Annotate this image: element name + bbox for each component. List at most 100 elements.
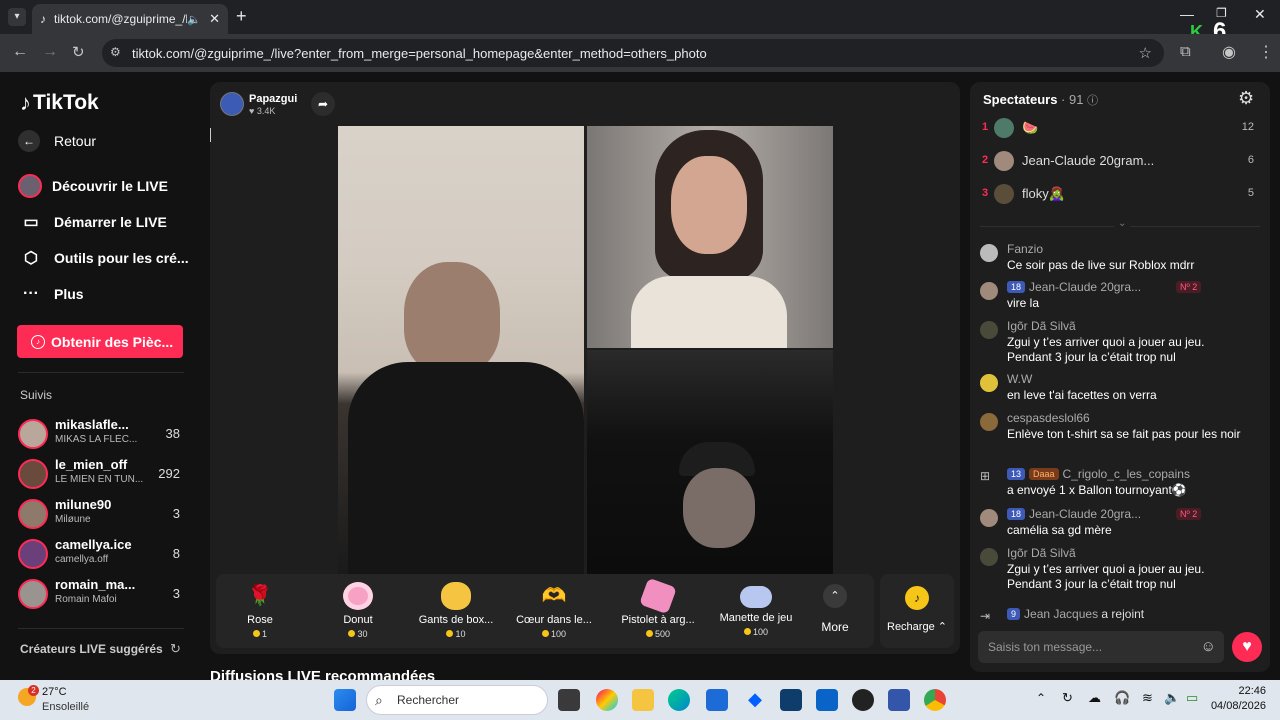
top-viewer-item[interactable]: 1 🍉 12 xyxy=(982,117,1262,141)
edge-icon[interactable] xyxy=(668,689,690,711)
following-item[interactable]: le_mien_off LE MIEN EN TUN... 292 xyxy=(18,457,190,491)
video-tile-guest-2[interactable] xyxy=(587,350,833,574)
chevron-up-small-icon: ⌃ xyxy=(934,621,947,633)
tab-close-icon[interactable]: ✕ xyxy=(209,11,220,27)
nav-creator-tools[interactable]: ⬡ Outils pour les cré... xyxy=(18,248,189,268)
tiktok-note-icon: ♪ xyxy=(20,90,31,115)
bookmark-star-icon[interactable]: ☆ xyxy=(1139,44,1152,62)
host-name[interactable]: Papazgui xyxy=(249,93,297,105)
chat-username: C_rigolo_c_les_copains xyxy=(1062,467,1190,481)
battery-icon[interactable]: ▭ xyxy=(1186,690,1198,706)
app-icon[interactable] xyxy=(888,689,910,711)
fan-club-badge: Daaa xyxy=(1029,468,1059,480)
top-viewer-item[interactable]: 2 Jean-Claude 20gram... 6 xyxy=(982,150,1262,174)
gift-item[interactable]: Gants de box... 10 xyxy=(406,580,506,639)
chat-username[interactable]: W.W xyxy=(1007,372,1032,386)
gift-item[interactable]: 🫶 Cœur dans le... 100 xyxy=(504,580,604,639)
tab-search-button[interactable]: ▾ xyxy=(8,8,26,26)
like-button[interactable]: ♥ xyxy=(1232,632,1262,662)
gift-more-button[interactable]: ⌃ More xyxy=(816,584,854,634)
wifi-icon[interactable]: ≋ xyxy=(1142,690,1153,706)
person-top xyxy=(631,276,787,348)
tray-cloud-icon[interactable]: ☁ xyxy=(1088,690,1101,706)
speaker-icon[interactable]: 🔈 xyxy=(187,13,201,26)
chat-text: en leve t'ai facettes on verra xyxy=(1007,388,1157,402)
chat-username-row[interactable]: 13 Daaa C_rigolo_c_les_copains xyxy=(1007,467,1190,481)
video-tile-host[interactable] xyxy=(338,126,584,574)
weather-widget[interactable]: 2 27°C Ensoleillé xyxy=(16,684,126,716)
following-name: camellya.ice xyxy=(55,537,132,552)
back-arrow-icon[interactable]: ← xyxy=(12,43,28,61)
gift-item[interactable]: Manette de jeu 100 xyxy=(706,580,806,637)
start-icon[interactable] xyxy=(334,689,356,711)
profile-icon[interactable]: ◉ xyxy=(1222,42,1236,62)
chat-username[interactable]: Igõr Dã Silvã xyxy=(1007,546,1076,560)
new-tab-button[interactable]: + xyxy=(236,6,247,27)
video-tile-guest-1[interactable] xyxy=(587,126,833,348)
avatar xyxy=(980,244,998,262)
following-item[interactable]: milune90 Miløune 3 xyxy=(18,497,190,531)
avatar xyxy=(18,459,48,489)
following-item[interactable]: mikaslafle... MIKAS LA FLÈC... 38 xyxy=(18,417,190,451)
info-icon[interactable]: ⓘ xyxy=(1087,95,1098,107)
emoji-icon[interactable]: ☺ xyxy=(1201,631,1216,663)
settings-gear-icon[interactable]: ⚙ xyxy=(1238,88,1254,109)
chrome-icon[interactable] xyxy=(924,689,946,711)
minimize-button[interactable]: — xyxy=(1180,6,1194,22)
ellipsis-icon: ··· xyxy=(23,285,39,302)
address-bar[interactable]: ⚙ tiktok.com/@zguiprime_/live?enter_from… xyxy=(102,39,1164,67)
reload-icon[interactable]: ↻ xyxy=(72,43,85,61)
share-button[interactable]: ➦ xyxy=(311,92,335,116)
chat-username-row[interactable]: 18 Jean-Claude 20gra... xyxy=(1007,507,1141,521)
gift-item[interactable]: Donut 30 xyxy=(308,580,408,639)
following-item[interactable]: romain_ma... Romain Mafoi 3 xyxy=(18,577,190,611)
nav-start-live[interactable]: ▭ Démarrer le LIVE xyxy=(18,212,166,232)
chat-username-row[interactable]: 18 Jean-Claude 20gra... xyxy=(1007,280,1141,294)
taskbar-search[interactable]: ⌕ Rechercher xyxy=(366,685,548,715)
tray-headset-icon[interactable]: 🎧 xyxy=(1114,690,1130,706)
recharge-coin-icon: ♪ xyxy=(905,586,929,610)
chatgpt-icon[interactable] xyxy=(852,689,874,711)
get-coins-button[interactable]: ♪ Obtenir des Pièc... xyxy=(17,325,183,358)
site-info-icon[interactable]: ⚙ xyxy=(110,45,121,59)
join-username[interactable]: Jean Jacques xyxy=(1024,607,1098,621)
expand-chevron-icon[interactable]: ⌄ xyxy=(1114,218,1131,229)
nav-more[interactable]: ··· Plus xyxy=(18,285,84,303)
chat-username[interactable]: Fanzio xyxy=(1007,242,1043,256)
gift-item[interactable]: 🌹 Rose 1 xyxy=(210,580,310,639)
nav-discover-live[interactable]: Découvrir le LIVE xyxy=(18,174,168,198)
task-view-icon[interactable] xyxy=(558,689,580,711)
tray-chevron-icon[interactable]: ⌃ xyxy=(1036,691,1046,705)
gift-item[interactable]: Pistolet à arg... 500 xyxy=(608,577,708,639)
store-icon[interactable] xyxy=(706,689,728,711)
browser-tab-active[interactable]: ♪ tiktok.com/@zguiprime_/li 🔈 ✕ xyxy=(32,4,228,34)
chat-username[interactable]: cespasdeslol66 xyxy=(1007,411,1090,425)
following-subtitle: LE MIEN EN TUN... xyxy=(55,474,144,485)
dropbox-icon[interactable]: ◆ xyxy=(744,689,766,711)
chat-username[interactable]: Igõr Dã Silvã xyxy=(1007,319,1076,333)
host-avatar[interactable] xyxy=(220,92,244,116)
following-item[interactable]: camellya.ice camellya.off 8 xyxy=(18,537,190,571)
forward-arrow-icon[interactable]: → xyxy=(42,43,58,61)
following-name: milune90 xyxy=(55,497,112,512)
tray-sync-icon[interactable]: ↻ xyxy=(1062,690,1073,706)
viewer-count: 3 xyxy=(172,586,180,601)
file-explorer-icon[interactable] xyxy=(632,689,654,711)
chat-text: Enlève ton t-shirt sa se fait pas pour l… xyxy=(1007,427,1241,441)
app-icon[interactable] xyxy=(780,689,802,711)
tiktok-logo[interactable]: ♪ TikTok xyxy=(20,90,99,116)
refresh-icon[interactable]: ↻ xyxy=(170,641,181,657)
browser-menu-icon[interactable]: ⋮ xyxy=(1258,42,1274,62)
extensions-icon[interactable]: ⧉ xyxy=(1180,43,1191,60)
outlook-icon[interactable] xyxy=(816,689,838,711)
chat-input[interactable]: Saisis ton message... ☺ xyxy=(978,631,1224,663)
clock[interactable]: 22:46 04/08/2026 xyxy=(1206,684,1266,714)
gift-price: 500 xyxy=(608,629,708,639)
copilot-icon[interactable] xyxy=(596,689,618,711)
volume-icon[interactable]: 🔈 xyxy=(1164,690,1180,706)
recharge-panel[interactable]: ♪ Recharge ⌃ xyxy=(880,574,954,648)
gift-name: Cœur dans le... xyxy=(516,614,592,626)
back-link[interactable]: ← Retour xyxy=(18,130,96,152)
close-window-button[interactable]: ✕ xyxy=(1254,6,1266,23)
top-viewer-item[interactable]: 3 floky🧟‍♀️ 5 xyxy=(982,183,1262,207)
